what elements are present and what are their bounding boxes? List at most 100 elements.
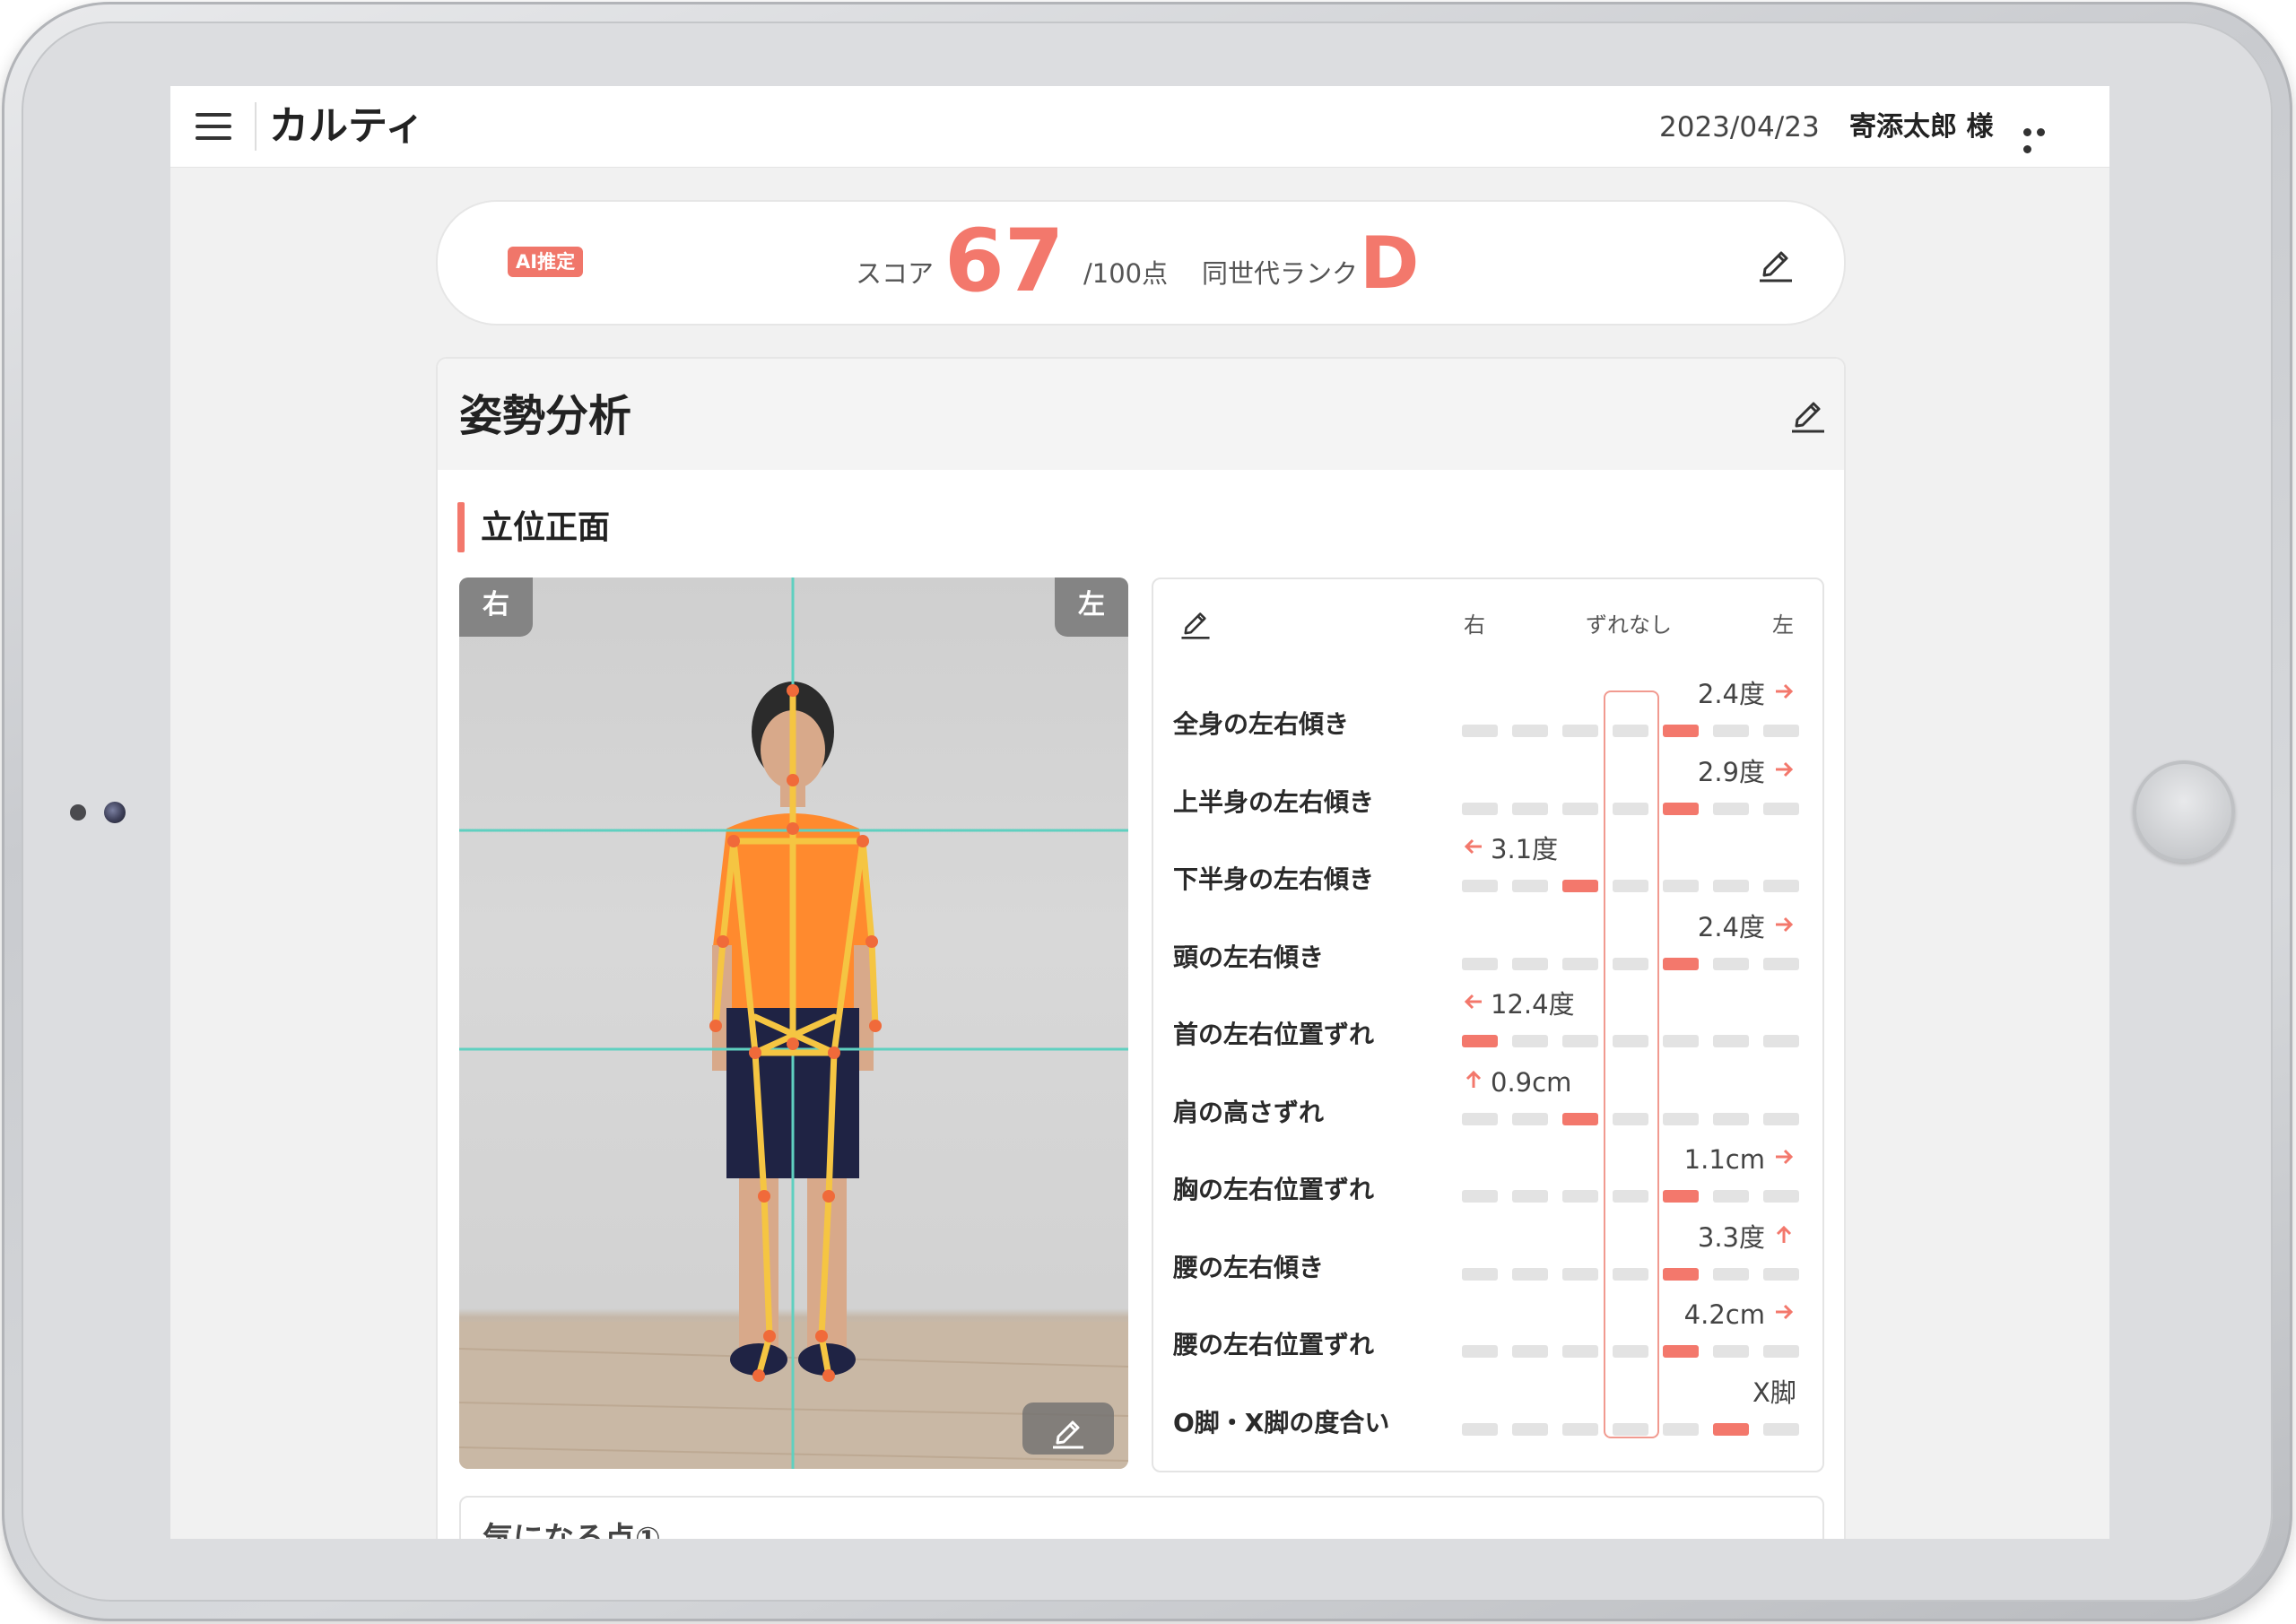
deviation-indicator — [1613, 880, 1648, 892]
deviation-indicator — [1462, 1422, 1498, 1436]
deviation-indicator-active — [1562, 1112, 1598, 1125]
deviation-indicator — [1613, 1422, 1648, 1436]
score-card: AI推定 スコア 67 /100点 同世代ランク D — [436, 200, 1846, 326]
measurement-row: 全身の左右傾き 2.4度 — [1153, 674, 1822, 751]
measurement-label: 全身の左右傾き — [1173, 709, 1350, 739]
deviation-indicator — [1613, 725, 1648, 737]
deviation-indicator — [1613, 1035, 1648, 1047]
deviation-indicator — [1512, 1422, 1548, 1436]
more-options-icon[interactable] — [2023, 123, 2063, 153]
measurement-row: 首の左右位置ずれ 12.4度 — [1153, 985, 1822, 1062]
measurement-row: 肩の高さずれ 0.9cm — [1153, 1063, 1822, 1140]
app-title: カルティ — [269, 103, 425, 149]
deviation-indicator — [1512, 1112, 1548, 1125]
arrow-right-icon — [1776, 683, 1794, 699]
measurement-value: X脚 — [1752, 1376, 1796, 1408]
deviation-indicator — [1512, 802, 1548, 815]
deviation-indicator — [1613, 802, 1648, 815]
section-title: 姿勢分析 — [459, 391, 632, 441]
deviation-indicator — [1713, 1345, 1749, 1358]
deviation-indicator — [1763, 1345, 1799, 1358]
measurement-value: 2.4度 — [1697, 679, 1765, 709]
deviation-indicator — [1613, 1267, 1648, 1281]
concern-card: 気になる点① — [459, 1496, 1824, 1539]
deviation-indicator — [1713, 802, 1749, 815]
deviation-indicator — [1512, 1267, 1548, 1281]
score-label: スコア — [856, 258, 935, 289]
measurement-row: 腰の左右位置ずれ 4.2cm — [1153, 1295, 1822, 1372]
measurement-label: O脚・X脚の度合い — [1173, 1407, 1390, 1437]
deviation-indicator-active — [1663, 957, 1699, 970]
hamburger-menu-icon[interactable] — [196, 113, 231, 140]
deviation-indicator — [1713, 957, 1749, 970]
subtitle-accent-bar — [457, 502, 465, 552]
measurement-value: 0.9cm — [1491, 1066, 1572, 1098]
skeleton-overlay — [459, 578, 1128, 1469]
deviation-indicator — [1512, 1190, 1548, 1203]
deviation-indicator — [1462, 802, 1498, 815]
deviation-indicator-active — [1663, 1267, 1699, 1281]
deviation-indicator-active — [1663, 725, 1699, 737]
posture-photo: 右 左 — [459, 578, 1128, 1469]
deviation-indicator — [1462, 957, 1498, 970]
edit-photo-icon — [1053, 1420, 1083, 1449]
measurement-value: 12.4度 — [1491, 989, 1575, 1020]
deviation-indicator-active — [1462, 1035, 1498, 1047]
deviation-indicator — [1562, 1345, 1598, 1358]
deviation-indicator — [1512, 1345, 1548, 1358]
deviation-indicator — [1713, 880, 1749, 892]
measurement-label: 肩の高さずれ — [1173, 1097, 1325, 1127]
deviation-indicator — [1763, 1267, 1799, 1281]
deviation-indicator — [1512, 1035, 1548, 1047]
measurement-label: 首の左右位置ずれ — [1173, 1020, 1375, 1049]
deviation-indicator — [1562, 725, 1598, 737]
score-value: 67 — [944, 211, 1065, 311]
measurement-value: 3.3度 — [1697, 1221, 1765, 1253]
measurement-label: 胸の左右位置ずれ — [1173, 1175, 1375, 1204]
arrow-up-icon — [1465, 1070, 1482, 1088]
measurement-value: 2.4度 — [1697, 911, 1765, 942]
rank-label: 同世代ランク — [1202, 258, 1359, 289]
deviation-indicator — [1663, 1035, 1699, 1047]
deviation-indicator — [1562, 957, 1598, 970]
deviation-indicator — [1462, 1112, 1498, 1125]
photo-right-tag: 右 — [459, 578, 533, 637]
deviation-indicator — [1763, 1112, 1799, 1125]
deviation-indicator — [1562, 802, 1598, 815]
edit-section-icon[interactable] — [1788, 393, 1828, 434]
posture-analysis-card: 姿勢分析 立位正面 右 左 右 ずれなし 左 全身の左右傾き 2.4度 上半身の… — [436, 357, 1846, 1539]
arrow-right-icon — [1776, 1149, 1794, 1165]
edit-photo-button[interactable] — [1022, 1403, 1114, 1455]
deviation-indicator — [1613, 1345, 1648, 1358]
deviation-indicator — [1763, 1190, 1799, 1203]
deviation-indicator — [1562, 1035, 1598, 1047]
arrow-left-icon — [1464, 838, 1482, 855]
edit-measurements-icon[interactable] — [1178, 604, 1213, 640]
edit-score-icon[interactable] — [1756, 242, 1796, 283]
deviation-indicator — [1763, 725, 1799, 737]
deviation-indicator — [1713, 1035, 1749, 1047]
deviation-indicator — [1462, 1345, 1498, 1358]
deviation-indicator — [1562, 1422, 1598, 1436]
deviation-indicator — [1763, 957, 1799, 970]
deviation-indicator — [1512, 957, 1548, 970]
section-header: 姿勢分析 — [438, 359, 1844, 470]
measurement-value: 1.1cm — [1683, 1144, 1765, 1175]
column-left-label: 左 — [1772, 612, 1794, 638]
deviation-indicator — [1562, 1190, 1598, 1203]
column-right-label: 右 — [1464, 612, 1485, 638]
measurement-row: 下半身の左右傾き 3.1度 — [1153, 829, 1822, 907]
ai-estimate-badge: AI推定 — [508, 247, 584, 277]
score-unit: /100点 — [1083, 258, 1169, 289]
deviation-indicator — [1562, 1267, 1598, 1281]
deviation-indicator — [1663, 880, 1699, 892]
measurement-value: 2.9度 — [1697, 756, 1765, 787]
camera-icon — [104, 802, 126, 823]
photo-left-tag: 左 — [1055, 578, 1128, 637]
deviation-indicator-active — [1713, 1422, 1749, 1436]
deviation-indicator — [1462, 1267, 1498, 1281]
deviation-indicator — [1763, 880, 1799, 892]
home-button[interactable] — [2133, 760, 2235, 863]
deviation-indicator — [1663, 1112, 1699, 1125]
sensor-icon — [70, 804, 86, 821]
